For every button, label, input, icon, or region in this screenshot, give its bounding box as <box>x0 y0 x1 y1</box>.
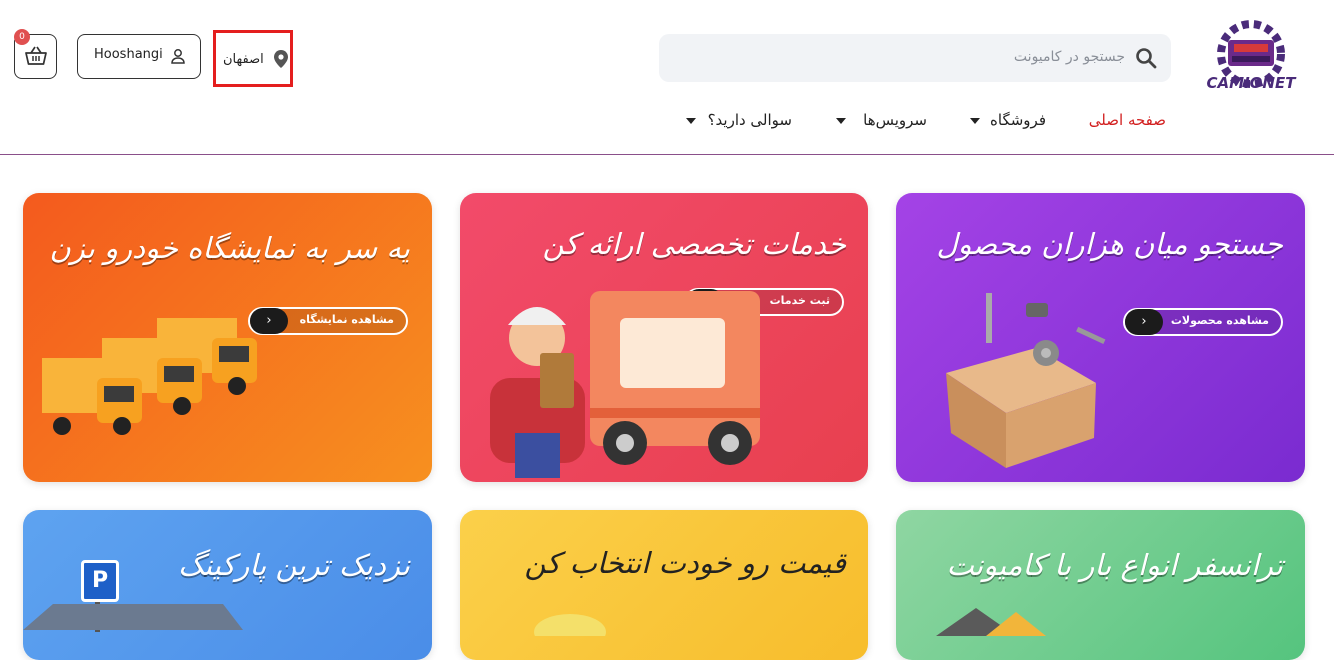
camionet-logo[interactable]: CAMIONET <box>1192 20 1310 94</box>
search-input[interactable]: جستجو در کامیونت <box>1014 49 1125 65</box>
search-icon[interactable] <box>1135 47 1157 69</box>
nav-shop[interactable]: فروشگاه <box>990 111 1046 129</box>
header-divider <box>0 154 1334 155</box>
svg-text:CAMIONET: CAMIONET <box>1207 74 1298 92</box>
card-title: ترانسفر انواع بار با کامیونت <box>946 548 1283 582</box>
card-products[interactable]: جستجو میان هزاران محصول مشاهده محصولات › <box>896 193 1305 482</box>
card-parking[interactable]: نزدیک ترین پارکینگ P <box>23 510 432 660</box>
card-services[interactable]: خدمات تخصصی ارائه کن ثبت خدمات › <box>460 193 868 482</box>
chevron-down-icon[interactable] <box>836 118 846 124</box>
price-tag-illustration <box>534 614 606 636</box>
nav-home[interactable]: صفحه اصلی <box>1089 111 1166 129</box>
chevron-down-icon[interactable] <box>970 118 980 124</box>
nav-questions[interactable]: سوالی دارید؟ <box>708 111 792 129</box>
button-label: مشاهده محصولات <box>1170 314 1269 327</box>
card-title: یه سر به نمایشگاه خودرو بزن <box>49 231 411 265</box>
card-pricing[interactable]: قیمت رو خودت انتخاب کن <box>460 510 868 660</box>
chevron-down-icon[interactable] <box>686 118 696 124</box>
card-showroom[interactable]: یه سر به نمایشگاه خودرو بزن مشاهده نمایش… <box>23 193 432 482</box>
parts-box-illustration <box>946 293 1106 468</box>
user-icon <box>170 48 186 64</box>
search-bar[interactable]: جستجو در کامیونت <box>659 34 1171 82</box>
map-pin-icon <box>274 50 288 68</box>
user-account-button[interactable]: Hooshangi <box>77 34 201 79</box>
location-label: اصفهان <box>223 52 264 67</box>
building-illustration <box>23 604 243 630</box>
cargo-illustration <box>936 608 1046 636</box>
mechanic-truck-illustration <box>490 291 760 478</box>
chevron-right-icon: › <box>1125 309 1163 335</box>
trucks-illustration <box>42 318 257 435</box>
parking-sign-icon: P <box>81 560 119 602</box>
card-title: خدمات تخصصی ارائه کن <box>542 227 846 261</box>
button-label: ثبت خدمات <box>769 294 830 307</box>
card-title: نزدیک ترین پارکینگ <box>178 548 410 582</box>
cart-count-badge: 0 <box>14 29 30 45</box>
card-title: جستجو میان هزاران محصول <box>936 227 1284 261</box>
user-name: Hooshangi <box>94 47 163 62</box>
basket-icon <box>25 46 47 66</box>
location-selector[interactable]: اصفهان <box>213 30 293 87</box>
view-products-button[interactable]: مشاهده محصولات › <box>1123 308 1283 336</box>
card-transfer[interactable]: ترانسفر انواع بار با کامیونت <box>896 510 1305 660</box>
button-label: مشاهده نمایشگاه <box>299 313 394 326</box>
nav-services[interactable]: سرویس‌ها <box>863 111 927 129</box>
card-title: قیمت رو خودت انتخاب کن <box>524 546 846 580</box>
